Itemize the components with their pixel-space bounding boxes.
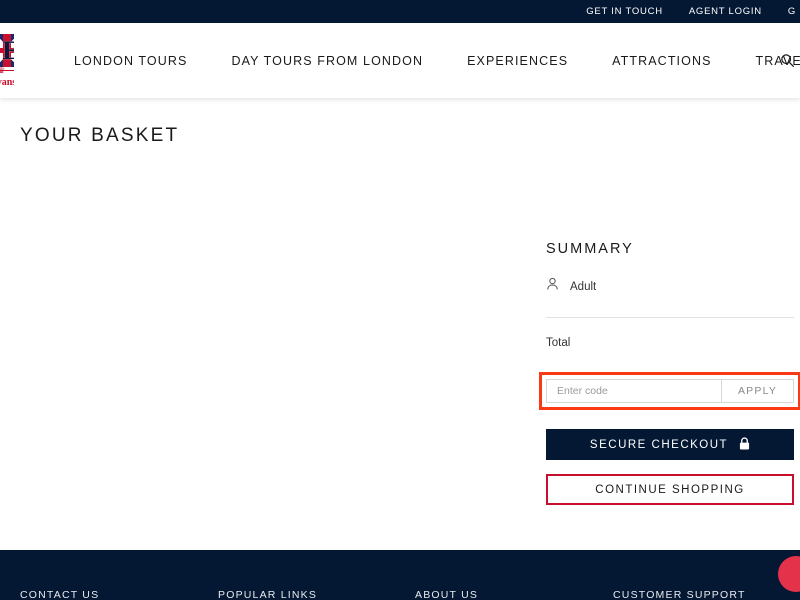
basket-items-area <box>20 168 520 408</box>
site-header: EE ♛ n Evans LONDON TOURS DAY TOURS FROM… <box>0 23 800 98</box>
logo-letters: EE <box>0 35 14 65</box>
apply-promo-button[interactable]: APPLY <box>721 379 794 403</box>
secure-checkout-label: SECURE CHECKOUT <box>589 438 729 451</box>
main-navigation: LONDON TOURS DAY TOURS FROM LONDON EXPER… <box>52 54 800 68</box>
top-utility-bar: GET IN TOUCH AGENT LOGIN G <box>0 0 800 23</box>
site-logo[interactable]: EE ♛ n Evans <box>0 30 14 92</box>
nav-item-attractions[interactable]: ATTRACTIONS <box>590 54 733 68</box>
summary-line-item: Adult <box>546 277 794 296</box>
summary-total-label: Total <box>546 337 571 349</box>
crown-icon: ♛ <box>0 65 6 75</box>
footer-heading-customer-support: CUSTOMER SUPPORT <box>613 589 746 600</box>
summary-line-item-label: Adult <box>570 280 597 293</box>
nav-item-day-tours-from-london[interactable]: DAY TOURS FROM LONDON <box>209 54 445 68</box>
summary-divider <box>546 317 794 318</box>
lock-icon <box>739 436 750 453</box>
topbar-link-truncated[interactable]: G <box>788 6 796 17</box>
site-footer: CONTACT US POPULAR LINKS ABOUT US CUSTOM… <box>0 550 800 600</box>
logo-wordmark: n Evans <box>0 76 14 88</box>
page-title: YOUR BASKET <box>20 125 180 146</box>
summary-heading: SUMMARY <box>546 241 634 257</box>
promo-code-group: APPLY <box>546 379 794 403</box>
topbar-link-agent-login[interactable]: AGENT LOGIN <box>689 6 762 17</box>
footer-heading-about-us: ABOUT US <box>415 589 479 600</box>
order-summary-panel: SUMMARY Adult Total APPLY SECURE CHECKOU… <box>539 241 800 505</box>
nav-item-experiences[interactable]: EXPERIENCES <box>445 54 590 68</box>
nav-item-london-tours[interactable]: LONDON TOURS <box>52 54 209 68</box>
topbar-link-get-in-touch[interactable]: GET IN TOUCH <box>586 6 663 17</box>
search-icon[interactable] <box>776 50 798 72</box>
continue-shopping-button[interactable]: CONTINUE SHOPPING <box>546 474 794 505</box>
page-content: YOUR BASKET SUMMARY Adult Total APPLY SE… <box>0 98 800 550</box>
footer-heading-contact-us: CONTACT US <box>20 589 100 600</box>
footer-columns: CONTACT US POPULAR LINKS ABOUT US CUSTOM… <box>0 589 800 600</box>
secure-checkout-button[interactable]: SECURE CHECKOUT <box>546 429 794 460</box>
footer-heading-popular-links: POPULAR LINKS <box>218 589 318 600</box>
promo-code-input[interactable] <box>546 379 721 403</box>
person-icon <box>546 277 559 296</box>
chat-widget-button[interactable] <box>778 556 800 592</box>
